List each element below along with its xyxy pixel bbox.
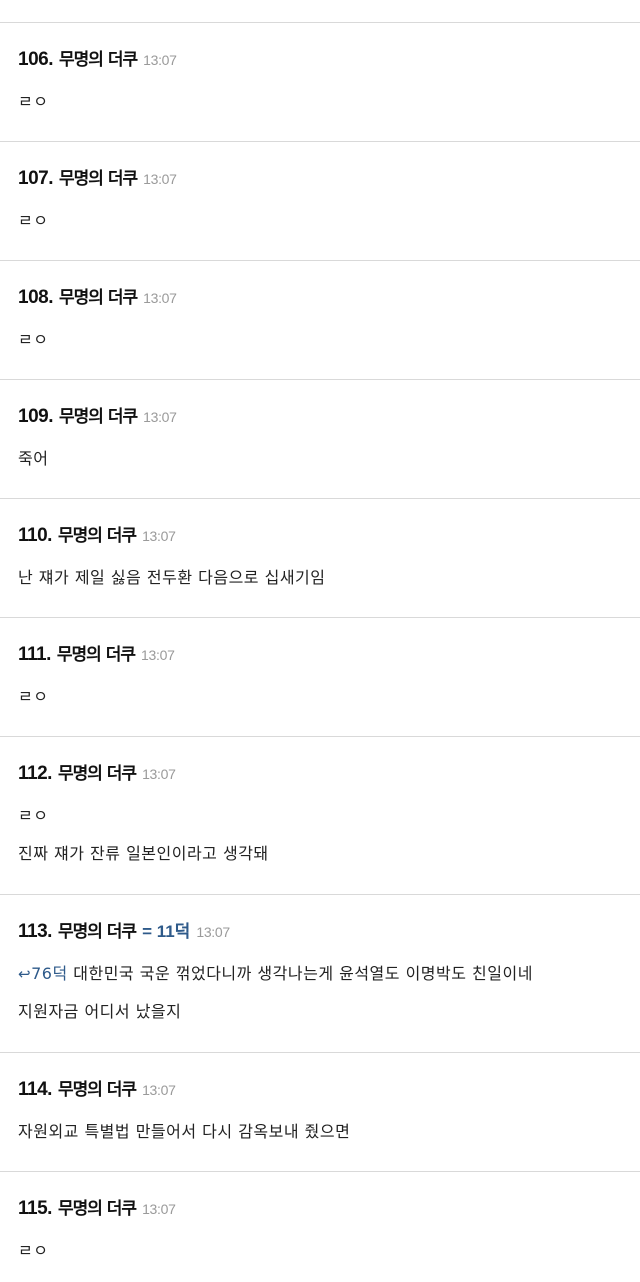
comment-body: ㄹㅇ [18, 678, 622, 716]
comment-time: 13:07 [141, 647, 175, 663]
comment-author: 무명의 더쿠 [57, 764, 137, 784]
comment-number[interactable]: 112. [18, 763, 52, 785]
comment-time: 13:07 [143, 290, 177, 306]
comment-author: 무명의 더쿠 [57, 1199, 137, 1219]
comment-body: ↩76덕 대한민국 국운 꺾었다니까 생각나는게 윤석열도 이명박도 친일이네 … [18, 955, 622, 1031]
comment-number[interactable]: 109. [18, 406, 53, 428]
comment-time: 13:07 [143, 171, 177, 187]
comment-body: 난 쟤가 제일 싫음 전두환 다음으로 십새기임 [18, 559, 622, 597]
comment-text: 자원외교 특별법 만들어서 다시 감옥보내 줬으면 [18, 1122, 351, 1141]
comment-time: 13:07 [143, 409, 177, 425]
comment-header: 108. 무명의 더쿠 13:07 [18, 283, 622, 309]
reply-target: 76덕 [31, 964, 68, 983]
comment-header: 109. 무명의 더쿠 13:07 [18, 402, 622, 428]
comment-body: 자원외교 특별법 만들어서 다시 감옥보내 줬으면 [18, 1113, 622, 1151]
comment-text: ㄹㅇ [18, 806, 49, 825]
comment-item: 106. 무명의 더쿠 13:07 ㄹㅇ [0, 23, 640, 142]
comment-header: 114. 무명의 더쿠 13:07 [18, 1075, 622, 1101]
comment-text: 진짜 쟤가 잔류 일본인이라고 생각돼 [18, 844, 269, 863]
comment-number[interactable]: 114. [18, 1079, 52, 1101]
comment-number[interactable]: 110. [18, 525, 52, 547]
comment-item: 108. 무명의 더쿠 13:07 ㄹㅇ [0, 261, 640, 380]
comment-item: 113. 무명의 더쿠 = 11덕 13:07 ↩76덕 대한민국 국운 꺾었다… [0, 895, 640, 1053]
comment-time: 13:07 [142, 528, 176, 544]
comment-time: 13:07 [142, 1201, 176, 1217]
comment-text: 죽어 [18, 449, 49, 468]
comment-author: 무명의 더쿠 [57, 526, 137, 546]
comment-body: ㄹㅇ 진짜 쟤가 잔류 일본인이라고 생각돼 [18, 797, 622, 873]
comment-author: 무명의 더쿠 [58, 169, 138, 189]
comment-author: 무명의 더쿠 [56, 645, 136, 665]
comment-author: 무명의 더쿠 [58, 288, 138, 308]
comment-text: ㄹㅇ [18, 687, 49, 706]
comment-item: 115. 무명의 더쿠 13:07 ㄹㅇ [0, 1172, 640, 1282]
comment-body: ㄹㅇ [18, 1232, 622, 1270]
comment-header: 112. 무명의 더쿠 13:07 [18, 759, 622, 785]
comment-header: 107. 무명의 더쿠 13:07 [18, 164, 622, 190]
comment-body: 죽어 [18, 440, 622, 478]
comment-header: 106. 무명의 더쿠 13:07 [18, 45, 622, 71]
comment-item: 109. 무명의 더쿠 13:07 죽어 [0, 380, 640, 499]
comment-time: 13:07 [142, 1082, 176, 1098]
comment-text: ㄹㅇ [18, 330, 49, 349]
comment-header: 110. 무명의 더쿠 13:07 [18, 521, 622, 547]
comment-number[interactable]: 111. [18, 644, 51, 666]
comment-item: 114. 무명의 더쿠 13:07 자원외교 특별법 만들어서 다시 감옥보내 … [0, 1053, 640, 1172]
comment-author: 무명의 더쿠 [58, 50, 138, 70]
comment-time: 13:07 [143, 52, 177, 68]
comment-text: 대한민국 국운 꺾었다니까 생각나는게 윤석열도 이명박도 친일이네 [67, 964, 533, 983]
comment-time: 13:07 [142, 766, 176, 782]
comment-text: ㄹㅇ [18, 92, 49, 111]
comment-header: 111. 무명의 더쿠 13:07 [18, 640, 622, 666]
comment-item: 107. 무명의 더쿠 13:07 ㄹㅇ [0, 142, 640, 261]
comment-header: 113. 무명의 더쿠 = 11덕 13:07 [18, 917, 622, 943]
reply-arrow-icon: ↩ [18, 965, 32, 983]
comment-body: ㄹㅇ [18, 202, 622, 240]
comment-text: ㄹㅇ [18, 1241, 49, 1260]
comment-number[interactable]: 115. [18, 1198, 52, 1220]
comment-number[interactable]: 113. [18, 921, 52, 943]
comment-number[interactable]: 106. [18, 49, 53, 71]
author-alias: = 11덕 [142, 922, 191, 941]
comment-author: 무명의 더쿠 [57, 1080, 137, 1100]
comment-author: 무명의 더쿠 [58, 407, 138, 427]
comment-number[interactable]: 108. [18, 287, 53, 309]
comment-text: 난 쟤가 제일 싫음 전두환 다음으로 십새기임 [18, 568, 326, 587]
top-divider [0, 0, 640, 23]
comment-item: 111. 무명의 더쿠 13:07 ㄹㅇ [0, 618, 640, 737]
comment-body: ㄹㅇ [18, 83, 622, 121]
comment-text-with-reply: ↩76덕 대한민국 국운 꺾었다니까 생각나는게 윤석열도 이명박도 친일이네 [18, 955, 622, 993]
comment-author: 무명의 더쿠 [57, 922, 137, 942]
reply-link[interactable]: ↩76덕 [18, 964, 68, 983]
comment-number[interactable]: 107. [18, 168, 53, 190]
comment-time: 13:07 [196, 924, 230, 940]
comment-item: 112. 무명의 더쿠 13:07 ㄹㅇ 진짜 쟤가 잔류 일본인이라고 생각돼 [0, 737, 640, 895]
comment-text: 지원자금 어디서 났을지 [18, 1002, 182, 1021]
comment-item: 110. 무명의 더쿠 13:07 난 쟤가 제일 싫음 전두환 다음으로 십새… [0, 499, 640, 618]
comment-body: ㄹㅇ [18, 321, 622, 359]
comment-text: ㄹㅇ [18, 211, 49, 230]
comment-header: 115. 무명의 더쿠 13:07 [18, 1194, 622, 1220]
